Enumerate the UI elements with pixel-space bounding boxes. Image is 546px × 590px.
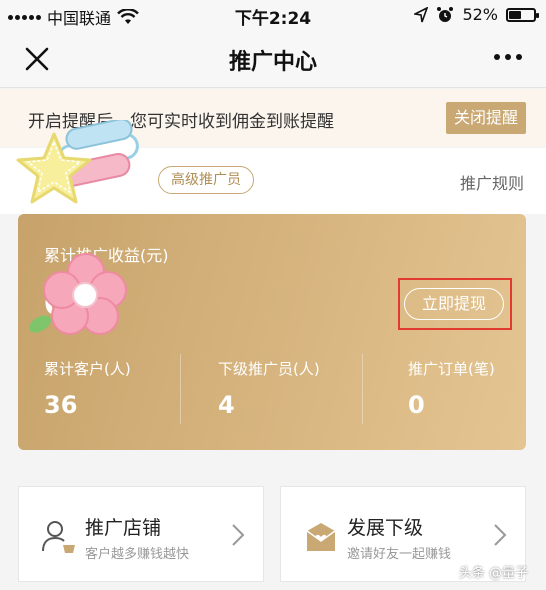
battery-percent: 52% — [462, 5, 498, 24]
battery-icon — [506, 7, 539, 22]
stat-sub-promoters[interactable]: 下级推广员(人) 4 — [218, 358, 320, 419]
flower-sticker — [29, 253, 127, 335]
heart-envelope-icon — [306, 523, 336, 551]
watermark: 头条 @量子 — [458, 566, 528, 581]
nav-bar: 推广中心 — [0, 30, 546, 88]
promote-shop-tile[interactable]: 推广店铺 客户越多赚钱越快 — [18, 486, 264, 582]
tile-title: 推广店铺 — [85, 517, 162, 539]
stat-label: 推广订单(笔) — [408, 360, 495, 378]
divider — [180, 354, 181, 424]
tile-title: 发展下级 — [347, 517, 424, 539]
withdraw-button[interactable]: 立即提现 — [404, 288, 504, 320]
level-badge: 高级推广员 — [158, 166, 254, 194]
tile-subtitle: 客户越多赚钱越快 — [85, 547, 190, 562]
star-sticker — [16, 120, 139, 204]
tile-subtitle: 邀请好友一起赚钱 — [347, 547, 452, 562]
alarm-icon — [437, 6, 454, 22]
stat-label: 下级推广员(人) — [218, 360, 320, 378]
divider — [362, 354, 363, 424]
chevron-right-icon — [494, 524, 507, 546]
stat-orders[interactable]: 推广订单(笔) 0 — [408, 358, 495, 419]
page-title: 推广中心 — [228, 50, 317, 75]
status-bar: 中国联通 下午2:24 52% — [0, 0, 546, 30]
withdraw-highlight: 立即提现 — [398, 278, 512, 330]
stat-value: 0 — [408, 391, 425, 419]
user-shop-icon — [42, 521, 75, 553]
close-reminder-button[interactable]: 关闭提醒 — [445, 102, 526, 134]
more-icon[interactable] — [494, 54, 522, 60]
location-icon — [414, 6, 429, 22]
chevron-right-icon — [232, 524, 245, 546]
rules-link[interactable]: 推广规则 — [460, 170, 524, 194]
stat-value: 4 — [218, 391, 235, 419]
stat-label: 累计客户(人) — [44, 360, 131, 378]
stat-value: 36 — [44, 391, 78, 419]
stat-customers[interactable]: 累计客户(人) 36 — [44, 358, 131, 419]
